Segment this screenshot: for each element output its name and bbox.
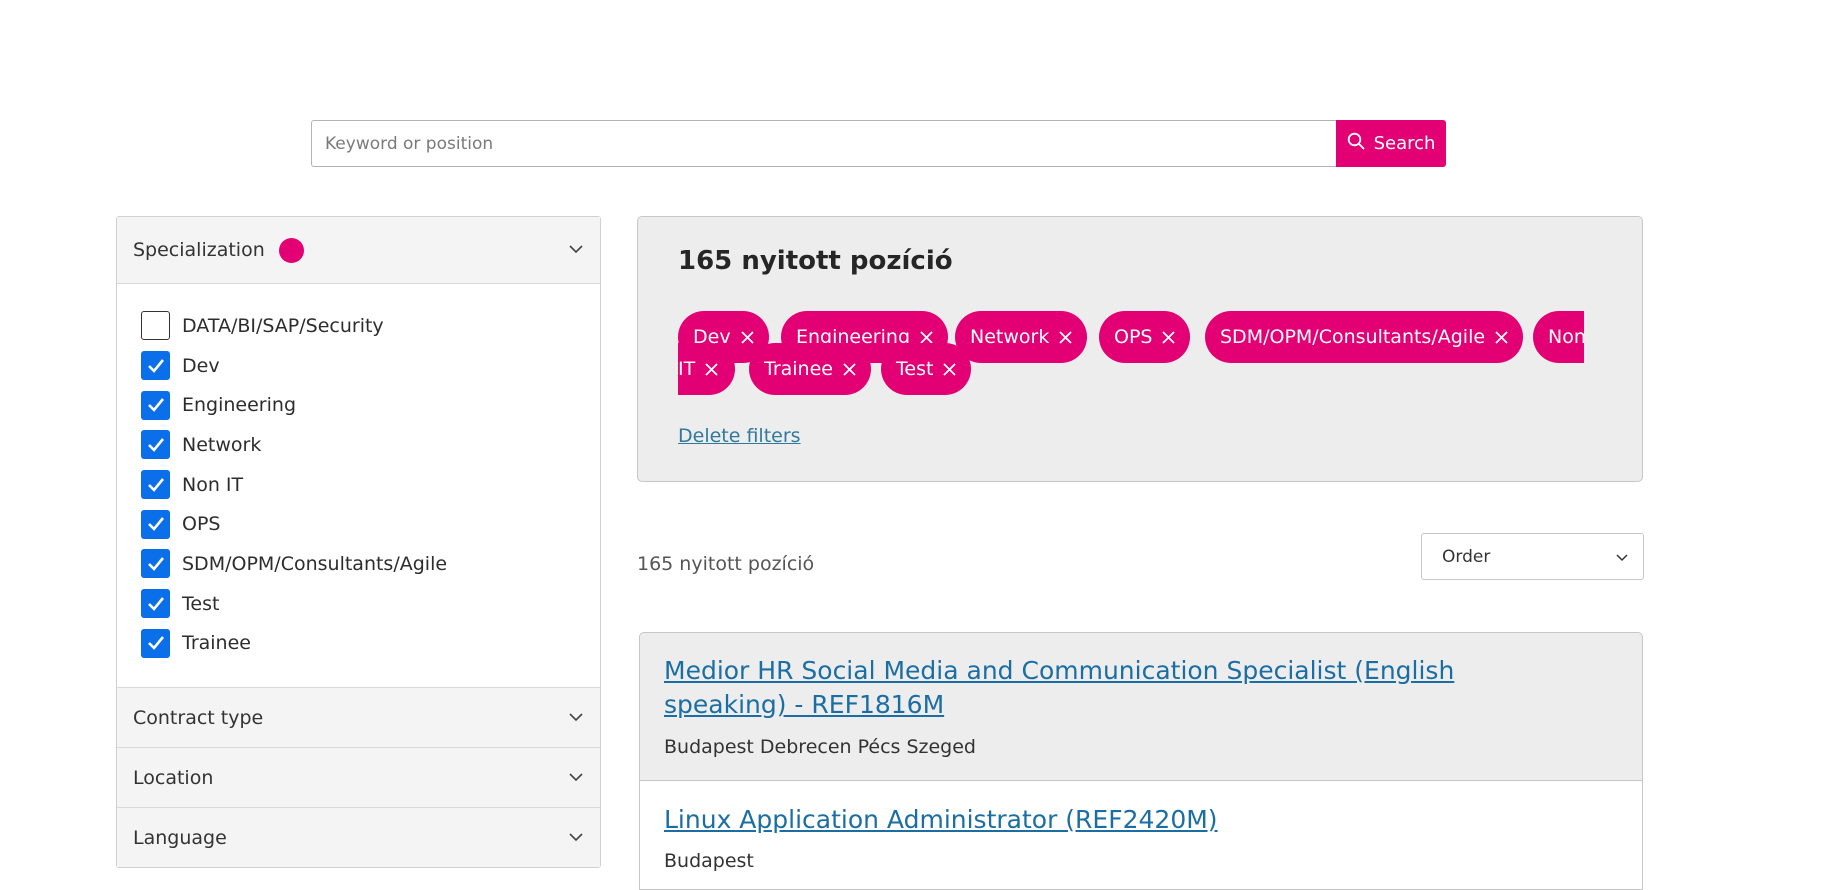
chip-label: Non xyxy=(1548,326,1584,348)
chevron-down-icon xyxy=(568,769,584,789)
checkbox-label: Test xyxy=(182,592,220,615)
checkbox-box[interactable] xyxy=(141,549,170,579)
filter-chip-network[interactable]: Network xyxy=(955,311,1088,363)
close-icon[interactable] xyxy=(740,330,755,345)
active-filter-dot xyxy=(278,237,304,263)
chip-label: Network xyxy=(970,326,1050,348)
job-location: Budapest Debrecen Pécs Szeged xyxy=(664,736,976,758)
chip-label: IT xyxy=(678,358,696,380)
checkbox-box[interactable] xyxy=(141,390,170,420)
location-accordion-header[interactable]: Location xyxy=(117,747,600,808)
chevron-down-icon xyxy=(568,829,584,849)
search-button-label: Search xyxy=(1373,133,1436,154)
location-label: Location xyxy=(133,766,214,789)
filter-chips: Dev Engineering Network OPS SDM/OPM/Cons… xyxy=(678,311,1584,395)
active-filters-panel: 165 nyitott pozíció Dev Engineering Netw… xyxy=(637,216,1643,482)
filter-chip-test[interactable]: Test xyxy=(881,343,972,395)
close-icon[interactable] xyxy=(942,362,957,377)
close-icon[interactable] xyxy=(1161,330,1176,345)
checkbox-box[interactable] xyxy=(141,589,170,619)
filter-chip-non-it[interactable]: Non xyxy=(1533,311,1584,363)
close-icon[interactable] xyxy=(842,362,857,377)
checkbox-label: SDM/OPM/Consultants/Agile xyxy=(182,552,448,575)
checkbox-label: Network xyxy=(182,433,262,456)
open-positions-heading: 165 nyitott pozíció xyxy=(678,246,953,276)
chevron-up-icon xyxy=(568,241,584,261)
check-icon xyxy=(147,358,164,373)
filter-chip-sdm-opm-consultants-agile[interactable]: SDM/OPM/Consultants/Agile xyxy=(1205,311,1524,363)
close-icon[interactable] xyxy=(1494,330,1509,345)
checkbox-trainee[interactable]: Trainee xyxy=(141,624,600,664)
job-title-link[interactable]: Medior HR Social Media and Communication… xyxy=(664,654,1464,722)
check-icon xyxy=(147,557,164,571)
job-card: Medior HR Social Media and Communication… xyxy=(639,632,1643,781)
order-select-value: Order xyxy=(1442,546,1491,567)
checkbox-network[interactable]: Network xyxy=(141,425,600,465)
checkbox-label: Engineering xyxy=(182,394,296,417)
checkbox-box[interactable] xyxy=(141,509,170,539)
checkbox-dev[interactable]: Dev xyxy=(141,346,600,386)
search-bar: Search xyxy=(311,120,1446,167)
search-input[interactable] xyxy=(311,120,1337,167)
order-select[interactable]: Order xyxy=(1421,533,1644,580)
check-icon xyxy=(147,517,164,532)
filter-chip-non-it-continued[interactable]: IT xyxy=(678,343,735,395)
job-title-link[interactable]: Linux Application Administrator (REF2420… xyxy=(664,803,1464,837)
checkbox-non-it[interactable]: Non IT xyxy=(141,465,600,505)
checkbox-label: Trainee xyxy=(182,632,251,655)
job-card: Linux Application Administrator (REF2420… xyxy=(639,780,1643,890)
check-icon xyxy=(147,438,164,452)
check-icon xyxy=(147,477,164,492)
chip-label: SDM/OPM/Consultants/Agile xyxy=(1220,326,1486,348)
check-icon xyxy=(147,636,164,651)
contract-type-accordion-header[interactable]: Contract type xyxy=(117,687,600,748)
chip-label: OPS xyxy=(1114,326,1153,348)
checkbox-data-bi-sap-security[interactable]: DATA/BI/SAP/Security xyxy=(141,306,600,346)
language-label: Language xyxy=(133,826,227,849)
delete-filters-link[interactable]: Delete filters xyxy=(678,425,801,447)
checkbox-box[interactable] xyxy=(141,351,170,381)
specialization-options: DATA/BI/SAP/Security Dev Engineering Net… xyxy=(117,283,600,687)
checkbox-label: DATA/BI/SAP/Security xyxy=(182,314,384,337)
language-accordion-header[interactable]: Language xyxy=(117,807,600,868)
checkbox-box[interactable] xyxy=(141,628,170,658)
contract-type-label: Contract type xyxy=(133,706,264,729)
specialization-accordion-header[interactable]: Specialization xyxy=(117,217,600,283)
filter-chip-ops[interactable]: OPS xyxy=(1099,311,1191,363)
close-icon[interactable] xyxy=(1058,330,1073,345)
check-icon xyxy=(147,398,164,413)
checkbox-label: Dev xyxy=(182,354,220,377)
checkbox-test[interactable]: Test xyxy=(141,584,600,624)
checkbox-engineering[interactable]: Engineering xyxy=(141,385,600,425)
result-count: 165 nyitott pozíció xyxy=(637,553,815,575)
search-button[interactable]: Search xyxy=(1336,120,1446,167)
checkbox-box[interactable] xyxy=(141,470,170,500)
checkbox-ops[interactable]: OPS xyxy=(141,504,600,544)
checkbox-sdm-opm-consultants-agile[interactable]: SDM/OPM/Consultants/Agile xyxy=(141,544,600,584)
filter-chip-trainee[interactable]: Trainee xyxy=(749,343,871,395)
search-icon xyxy=(1347,132,1365,155)
chevron-down-icon xyxy=(1615,549,1629,569)
checkbox-box[interactable] xyxy=(141,311,170,341)
filter-sidebar: Specialization DATA/BI/SAP/Security Dev … xyxy=(116,216,601,869)
checkbox-label: Non IT xyxy=(182,473,244,496)
job-location: Budapest xyxy=(664,850,754,872)
checkbox-box[interactable] xyxy=(141,430,170,460)
check-icon xyxy=(147,596,164,611)
checkbox-label: OPS xyxy=(182,513,221,536)
chevron-down-icon xyxy=(568,709,584,729)
chip-label: Trainee xyxy=(764,358,833,380)
specialization-label: Specialization xyxy=(133,239,265,261)
chip-label: Test xyxy=(896,358,934,380)
close-icon[interactable] xyxy=(704,362,719,377)
